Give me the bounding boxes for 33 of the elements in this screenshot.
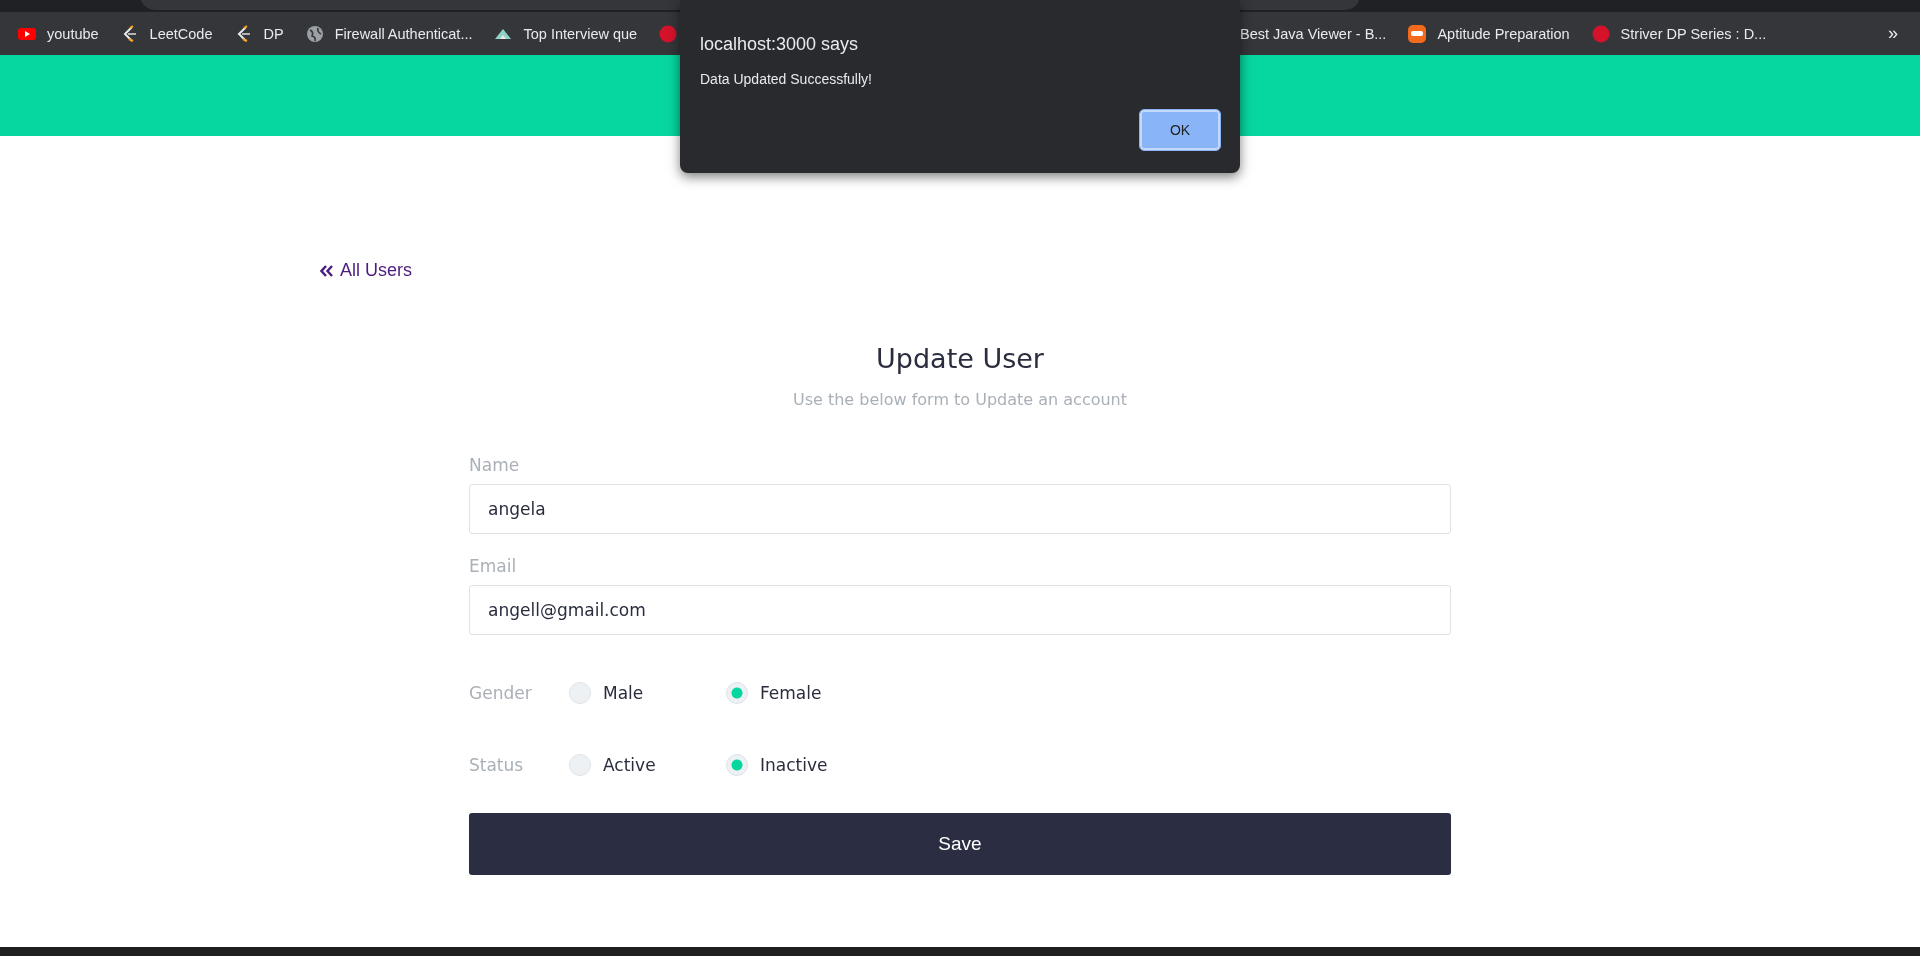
radio-button[interactable] [569, 682, 591, 704]
bookmark[interactable]: youtube [18, 24, 99, 43]
field-label: Name [469, 455, 520, 475]
ok-button[interactable]: OK [1140, 110, 1220, 150]
globe-icon [305, 24, 324, 43]
radio-label: Active [603, 755, 656, 775]
radio-label: Male [603, 683, 644, 703]
input-field[interactable]: angela [469, 484, 1451, 534]
double-chevron-left-icon [320, 264, 334, 277]
save-button[interactable]: Save [469, 813, 1451, 875]
radio-group-label: Status [469, 755, 525, 775]
all-users-link[interactable]: All Users [320, 260, 412, 281]
bookmark[interactable]: Striver DP Series : D... [1591, 24, 1767, 43]
form-subtitle: Use the below form to Update an account [792, 390, 1128, 409]
radio-button[interactable] [726, 682, 748, 704]
more-bookmarks-button[interactable]: » [1888, 23, 1898, 44]
radio-button[interactable] [726, 754, 748, 776]
radio-group-label: Gender [469, 683, 533, 703]
radio-label: Inactive [760, 755, 828, 775]
bookmark[interactable]: Firewall Authenticat... [305, 24, 473, 43]
bookmark[interactable]: Top Interview que [494, 24, 638, 43]
bookmark[interactable]: DP [234, 24, 284, 43]
form-title: Update User [876, 343, 1044, 374]
bookmark[interactable]: LeetCode [120, 24, 213, 43]
bookmark[interactable]: Aptitude Preparation [1408, 24, 1570, 43]
bookmark[interactable]: Best Java Viewer - B... [1240, 25, 1387, 42]
radio-button[interactable] [569, 754, 591, 776]
radio-label: Female [760, 683, 822, 703]
dialog-message: Data Updated Successfully! [700, 71, 873, 87]
dialog-title: localhost:3000 says [700, 34, 860, 55]
ninja-icon [1408, 24, 1427, 43]
field-label: Email [469, 556, 517, 576]
input-field[interactable]: angell@gmail.com [469, 585, 1451, 635]
